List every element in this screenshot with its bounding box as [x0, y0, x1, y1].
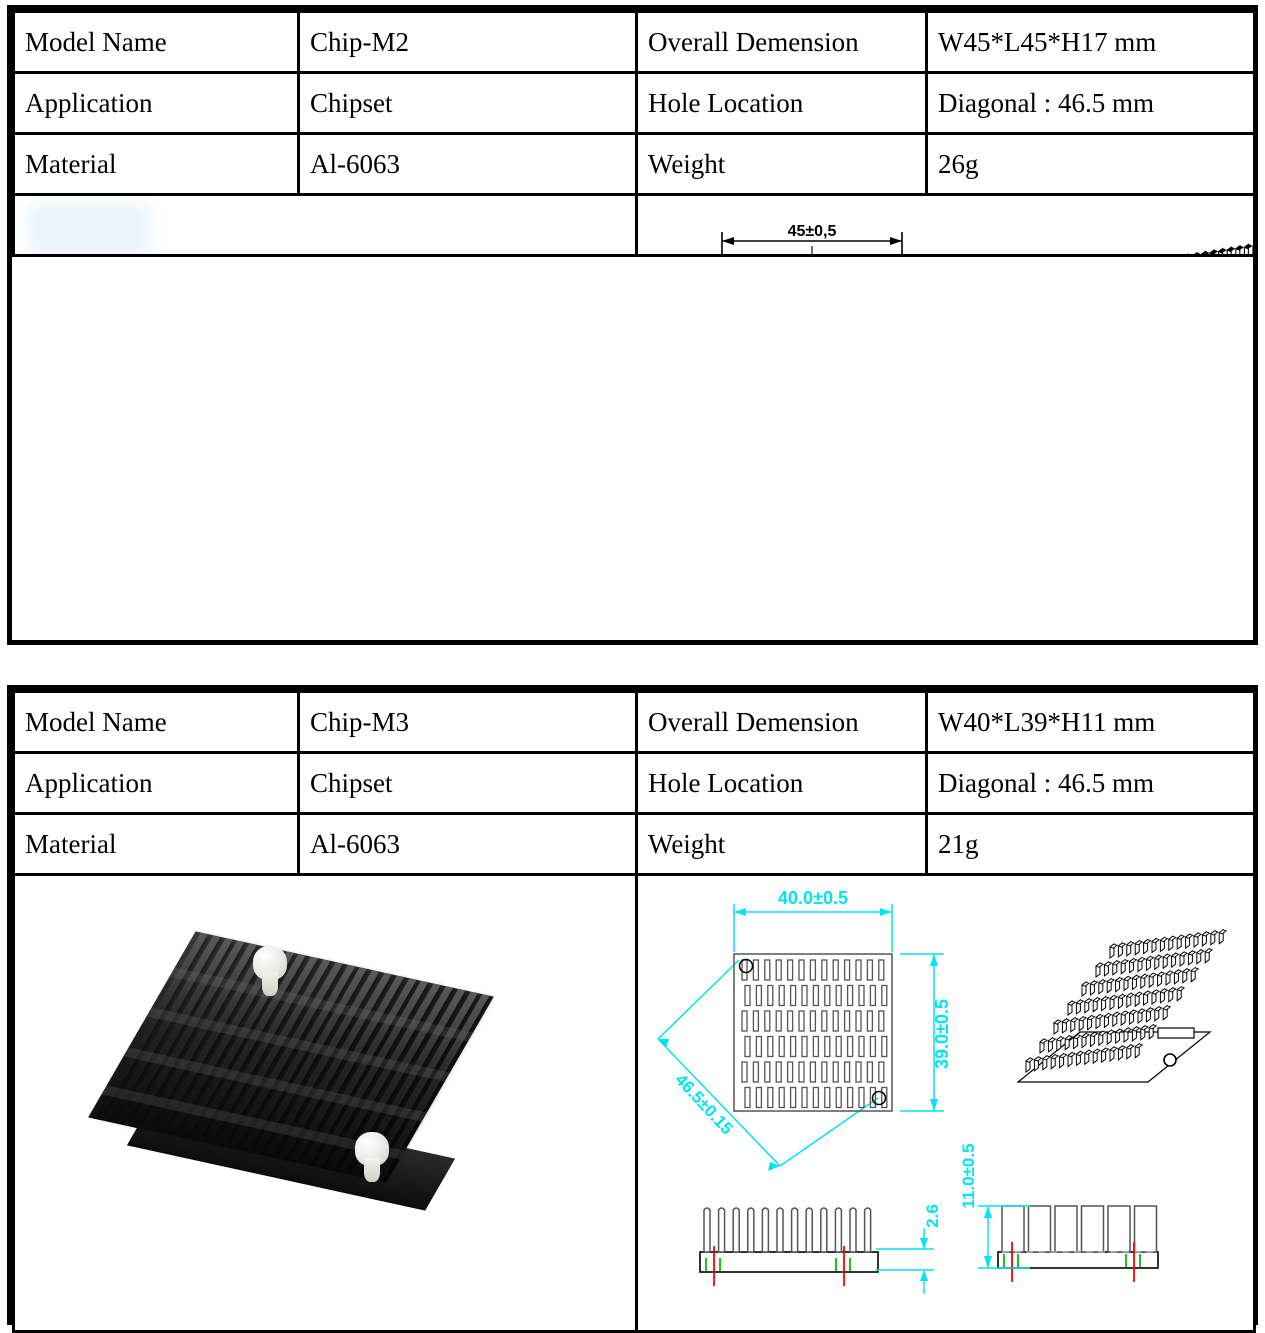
spec-label-application: Application — [12, 751, 300, 815]
drawing-svg: 40.0±0.5 39.0±0.5 46.5±0.15 2.6 11.0±0.5 — [657, 888, 1228, 1294]
spec-value-overall-demension: W45*L45*H17 mm — [925, 10, 1256, 74]
spec-value-weight: 26g — [925, 132, 1256, 196]
spec-label-hole-location: Hole Location — [635, 751, 928, 815]
dim-width-label: 45±0,5 — [788, 223, 837, 240]
table-row: Material Al-6063 Weight 21g — [12, 812, 1256, 876]
spec-value-material: Al-6063 — [297, 812, 638, 876]
spec-label-model-name: Model Name — [12, 690, 300, 754]
technical-drawing-cell: 45±0,5 45±0,5 46,5±0,15 — [635, 193, 1256, 257]
spec-value-hole-location: Diagonal : 46.5 mm — [925, 71, 1256, 135]
spec-sheet-page: Model Name Chip-M2 Overall Demension W45… — [0, 0, 1265, 1333]
spec-label-weight: Weight — [635, 812, 928, 876]
dim-overall-height-label: 11.0±0.5 — [959, 1143, 978, 1208]
dim-width-label: 40.0±0.5 — [778, 888, 848, 908]
table-row: Model Name Chip-M3 Overall Demension W40… — [12, 690, 1256, 754]
spec-value-model-name: Chip-M2 — [297, 10, 638, 74]
spec-value-material: Al-6063 — [297, 132, 638, 196]
technical-drawing-chip-m3: 40.0±0.5 39.0±0.5 46.5±0.15 2.6 11.0±0.5 — [639, 877, 1252, 1329]
spec-value-application: Chipset — [297, 751, 638, 815]
product-photo-black-heatsink — [16, 877, 634, 1329]
spec-value-hole-location: Diagonal : 46.5 mm — [925, 751, 1256, 815]
dim-diagonal-label: 46.5±0.15 — [671, 1070, 736, 1138]
product-spec-block-chip-m2: Model Name Chip-M2 Overall Demension W45… — [7, 5, 1258, 645]
spec-label-overall-demension: Overall Demension — [635, 690, 928, 754]
product-photo-cell — [12, 193, 638, 257]
spec-value-application: Chipset — [297, 71, 638, 135]
spec-label-application: Application — [12, 71, 300, 135]
black-heatsink-illustration — [17, 878, 634, 1329]
table-row: Model Name Chip-M2 Overall Demension W45… — [12, 10, 1256, 74]
product-photo-cell — [12, 873, 638, 1333]
spec-value-weight: 21g — [925, 812, 1256, 876]
spec-label-hole-location: Hole Location — [635, 71, 928, 135]
media-row: 45±0,5 45±0,5 46,5±0,15 — [12, 193, 1256, 257]
silver-heatsink-illustration — [17, 198, 634, 253]
dim-base-thickness-label: 2.6 — [923, 1204, 942, 1228]
spec-table: Model Name Chip-M2 Overall Demension W45… — [12, 10, 1256, 257]
drawing-svg: 45±0,5 45±0,5 46,5±0,15 — [721, 223, 1252, 253]
spec-label-model-name: Model Name — [12, 10, 300, 74]
table-row: Application Chipset Hole Location Diagon… — [12, 71, 1256, 135]
spec-label-overall-demension: Overall Demension — [635, 10, 928, 74]
push-pin-bottom — [355, 1132, 389, 1182]
spec-label-material: Material — [12, 132, 300, 196]
spec-value-overall-demension: W40*L39*H11 mm — [925, 690, 1256, 754]
spec-label-material: Material — [12, 812, 300, 876]
technical-drawing-chip-m2: 45±0,5 45±0,5 46,5±0,15 — [639, 197, 1252, 253]
spec-label-weight: Weight — [635, 132, 928, 196]
product-spec-block-chip-m3: Model Name Chip-M3 Overall Demension W40… — [7, 685, 1258, 1333]
spec-table: Model Name Chip-M3 Overall Demension W40… — [12, 690, 1256, 1333]
product-photo-silver-heatsink — [16, 197, 634, 253]
media-row: 40.0±0.5 39.0±0.5 46.5±0.15 2.6 11.0±0.5 — [12, 873, 1256, 1333]
dim-height-label: 39.0±0.5 — [932, 999, 952, 1069]
table-row: Material Al-6063 Weight 26g — [12, 132, 1256, 196]
technical-drawing-cell: 40.0±0.5 39.0±0.5 46.5±0.15 2.6 11.0±0.5 — [635, 873, 1256, 1333]
spec-value-model-name: Chip-M3 — [297, 690, 638, 754]
table-row: Application Chipset Hole Location Diagon… — [12, 751, 1256, 815]
push-pin-top — [253, 946, 287, 996]
